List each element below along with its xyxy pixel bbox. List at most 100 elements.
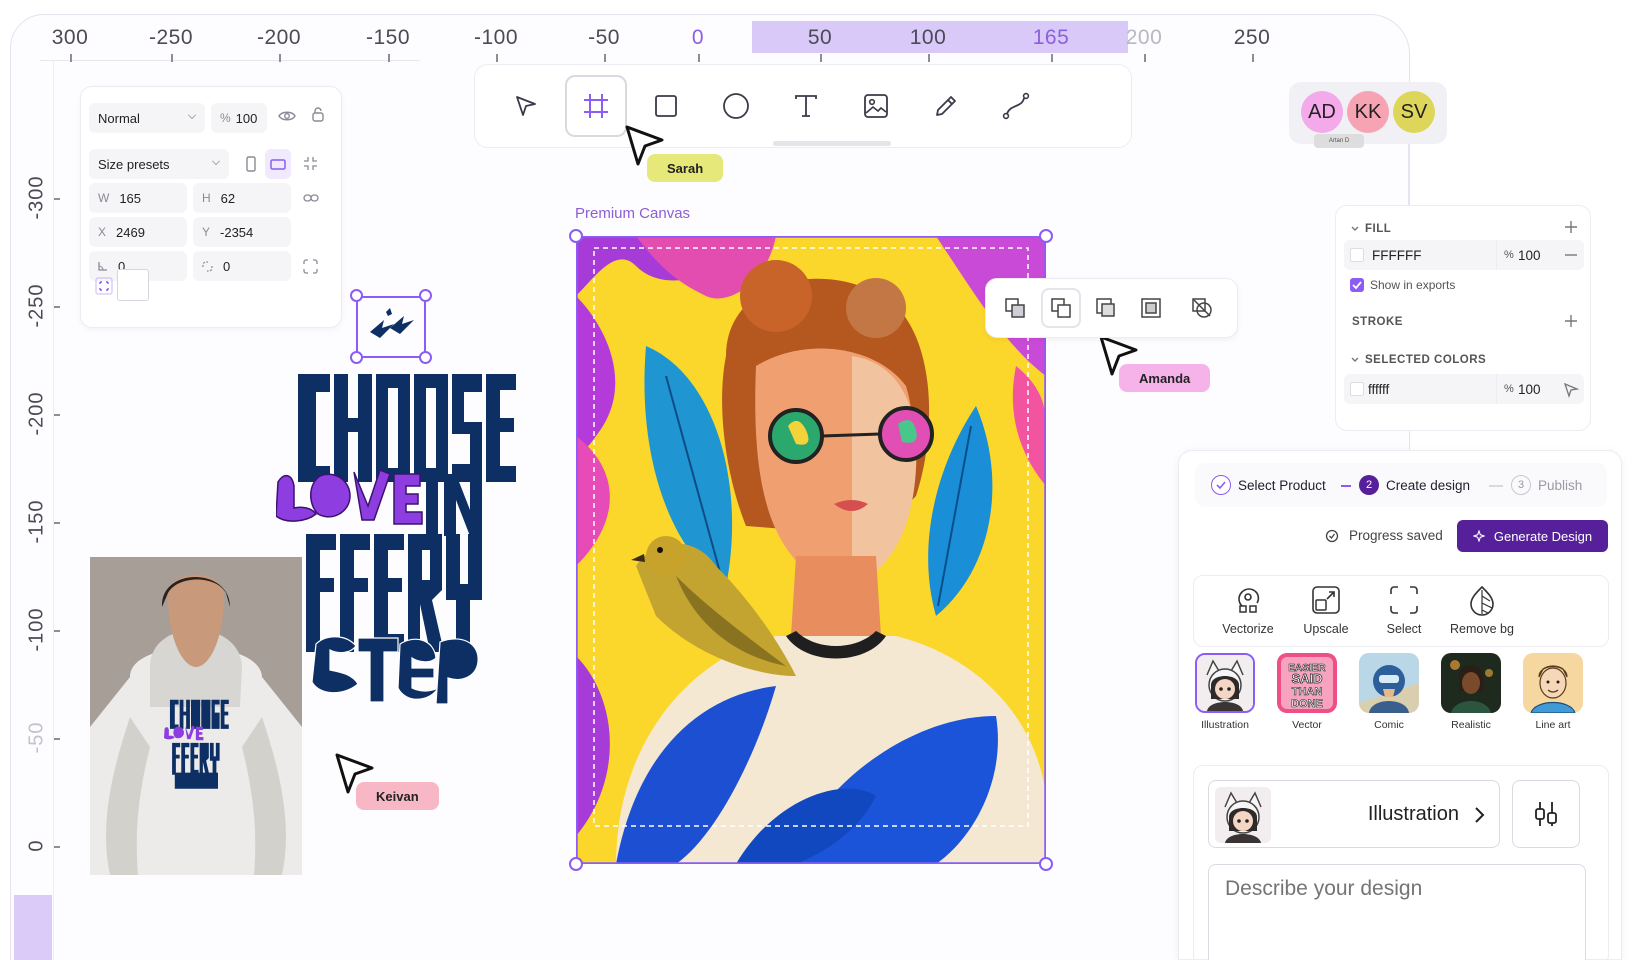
radius-field[interactable]: 0 xyxy=(193,251,291,281)
selected-hex[interactable]: ffffff xyxy=(1368,382,1389,397)
selected-color-row[interactable]: ffffff % 100 xyxy=(1344,374,1584,404)
resize-handle-top-right[interactable] xyxy=(1039,229,1053,243)
tool-ellipse[interactable] xyxy=(705,75,767,137)
style-illustration[interactable]: Illustration xyxy=(1193,653,1257,731)
selected-style-thumbnail xyxy=(1215,787,1271,843)
artboard[interactable] xyxy=(575,235,1047,865)
resize-handle-bottom-left[interactable] xyxy=(569,857,583,871)
clip-button[interactable] xyxy=(1182,288,1222,328)
ruler-label: -250 xyxy=(148,26,194,49)
vectorize-button[interactable]: Vectorize xyxy=(1210,582,1286,636)
show-in-exports-checkbox[interactable] xyxy=(1350,278,1364,292)
ruler-left[interactable]: -300 -250 -200 -150 -100 -50 0 xyxy=(14,150,60,960)
ruler-label: 0 xyxy=(691,26,705,49)
tool-path[interactable] xyxy=(985,75,1047,137)
fill-opacity[interactable]: 100 xyxy=(1518,248,1541,263)
opacity-field[interactable]: % 100 xyxy=(211,103,267,133)
height-field[interactable]: H 62 xyxy=(193,183,291,213)
resize-handle-top-left[interactable] xyxy=(569,229,583,243)
fill-swatch[interactable] xyxy=(1350,248,1364,262)
hoodie-mockup-image[interactable] xyxy=(90,557,302,875)
step-publish[interactable]: 3 Publish xyxy=(1511,475,1582,495)
fit-icon[interactable] xyxy=(303,156,318,175)
tool-frame[interactable] xyxy=(565,75,627,137)
check-circle-icon xyxy=(1211,475,1231,495)
chevron-down-icon[interactable] xyxy=(1350,355,1360,365)
tool-palette xyxy=(474,64,1132,148)
ruler-tick xyxy=(54,630,60,632)
style-settings-button[interactable] xyxy=(1512,780,1580,848)
resize-handle-bottom-right[interactable] xyxy=(419,351,432,364)
style-vector[interactable]: EASIER SAID THAN DONE Vector xyxy=(1275,653,1339,731)
fill-hex[interactable]: FFFFFF xyxy=(1372,248,1421,263)
avatar[interactable]: AD xyxy=(1301,91,1343,133)
tool-text[interactable] xyxy=(775,75,837,137)
send-to-back-button[interactable] xyxy=(1131,288,1171,328)
ruler-label: 0 xyxy=(25,839,48,852)
illustration-thumbnail xyxy=(1195,653,1255,713)
lock-icon[interactable] xyxy=(311,106,325,127)
step-create-design[interactable]: 2 Create design xyxy=(1359,475,1470,495)
step-connector xyxy=(1489,485,1503,487)
blend-mode-select[interactable]: Normal xyxy=(89,103,205,133)
eye-icon[interactable] xyxy=(278,109,296,127)
size-presets-select[interactable]: Size presets xyxy=(89,149,229,179)
progress-saved-label: Progress saved xyxy=(1349,528,1443,543)
generate-design-button[interactable]: Generate Design xyxy=(1457,520,1608,552)
selected-opacity[interactable]: 100 xyxy=(1518,382,1541,397)
chevron-down-icon[interactable] xyxy=(1350,224,1360,234)
design-creator-panel: Select Product 2 Create design 3 Publish… xyxy=(1178,450,1622,960)
fill-opacity-prefix: % xyxy=(1504,249,1514,261)
tool-pencil[interactable] xyxy=(915,75,977,137)
toolbar-scrollbar[interactable] xyxy=(773,141,891,146)
fill-color-row[interactable]: FFFFFF % 100 xyxy=(1344,240,1584,270)
color-swatch[interactable] xyxy=(117,269,149,301)
portrait-toggle[interactable] xyxy=(239,149,263,179)
y-field[interactable]: Y -2354 xyxy=(193,217,291,247)
typography-artwork[interactable] xyxy=(275,364,532,716)
select-tool-button[interactable]: Select xyxy=(1366,582,1442,636)
portrait-icon xyxy=(246,156,256,172)
line-art-thumbnail xyxy=(1523,653,1583,713)
x-field[interactable]: X 2469 xyxy=(89,217,187,247)
independent-corners-icon[interactable] xyxy=(303,259,318,278)
ruler-top[interactable]: 300 -250 -200 -150 -100 -50 0 50 100 165 200 250 xyxy=(40,14,1410,62)
avatar[interactable]: SV xyxy=(1393,91,1435,133)
plus-icon[interactable] xyxy=(1564,220,1578,234)
stroke-section-title: STROKE xyxy=(1352,316,1403,328)
style-line-art[interactable]: Line art xyxy=(1521,653,1585,731)
ruler-label: 100 xyxy=(909,26,947,49)
resize-handle-bottom-right[interactable] xyxy=(1039,857,1053,871)
resize-handle-top-right[interactable] xyxy=(419,289,432,302)
constraints-button[interactable] xyxy=(89,271,119,301)
style-realistic[interactable]: Realistic xyxy=(1439,653,1503,731)
link-icon[interactable] xyxy=(303,191,319,208)
send-backward-button[interactable] xyxy=(1086,288,1126,328)
tool-pointer[interactable] xyxy=(495,75,557,137)
bring-forward-button[interactable] xyxy=(1041,288,1081,328)
plus-icon[interactable] xyxy=(1564,314,1578,328)
style-comic[interactable]: Comic xyxy=(1357,653,1421,731)
upscale-button[interactable]: Upscale xyxy=(1288,582,1364,636)
resize-handle-bottom-left[interactable] xyxy=(350,351,363,364)
minus-icon[interactable] xyxy=(1564,250,1578,260)
selected-swatch[interactable] xyxy=(1350,382,1364,396)
avatar[interactable]: KK xyxy=(1347,91,1389,133)
style-dropdown[interactable]: Illustration xyxy=(1208,780,1500,848)
step-label: Publish xyxy=(1538,477,1583,493)
bring-to-front-button[interactable] xyxy=(995,288,1035,328)
resize-handle-top-left[interactable] xyxy=(350,289,363,302)
height-label: H xyxy=(202,191,211,205)
landscape-toggle[interactable] xyxy=(265,149,291,179)
divider xyxy=(1496,240,1497,270)
select-color-pointer-icon[interactable] xyxy=(1563,382,1579,398)
step-select-product[interactable]: Select Product xyxy=(1211,475,1326,495)
ruler-label: -50 xyxy=(588,26,620,49)
design-prompt-input[interactable] xyxy=(1208,864,1586,960)
width-field[interactable]: W 165 xyxy=(89,183,187,213)
tool-image[interactable] xyxy=(845,75,907,137)
logo-selection-box[interactable] xyxy=(356,296,426,358)
remove-bg-button[interactable]: Remove bg xyxy=(1444,582,1520,636)
ruler-label: -200 xyxy=(25,391,48,436)
ruler-label: 300 xyxy=(51,26,89,49)
